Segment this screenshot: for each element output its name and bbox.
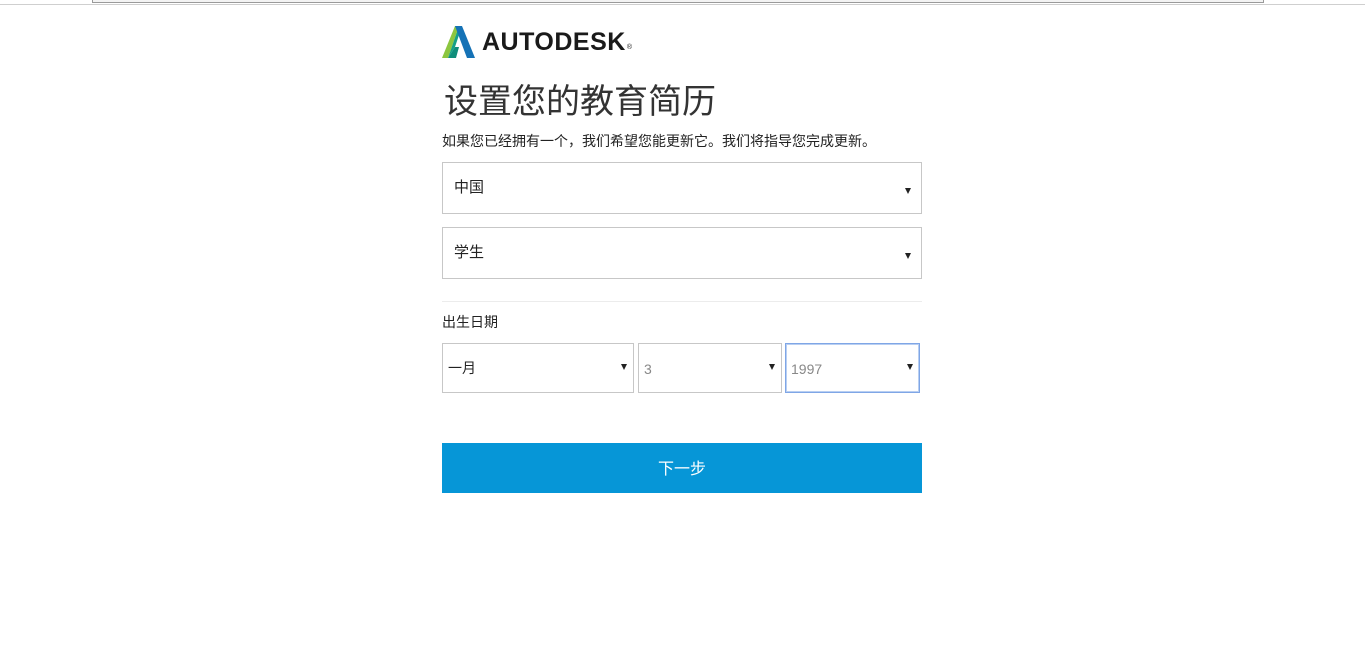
section-divider xyxy=(442,301,922,302)
chevron-down-icon xyxy=(905,253,911,259)
page-title: 设置您的教育简历 xyxy=(444,82,716,122)
chevron-down-icon xyxy=(905,188,911,194)
chevron-down-icon xyxy=(907,364,913,370)
horizontal-scrollbar[interactable] xyxy=(92,0,1264,3)
chevron-down-icon xyxy=(769,364,775,370)
dob-day-value: 3 xyxy=(644,361,652,377)
logo-wordmark: AUTODESK xyxy=(482,28,626,56)
autodesk-a-logo-icon xyxy=(442,26,475,58)
country-select-value: 中国 xyxy=(454,178,485,196)
dob-day-select[interactable]: 3 xyxy=(638,343,782,393)
registered-mark: ® xyxy=(626,43,633,51)
dob-month-select[interactable]: 一月 xyxy=(442,343,634,393)
dob-month-value: 一月 xyxy=(448,361,476,377)
country-select[interactable]: 中国 xyxy=(442,162,922,214)
dob-year-select[interactable]: 1997 xyxy=(785,343,920,393)
next-button[interactable]: 下一步 xyxy=(442,443,922,493)
dob-label: 出生日期 xyxy=(442,315,498,331)
dob-year-value: 1997 xyxy=(791,361,823,377)
page-subtitle: 如果您已经拥有一个，我们希望您能更新它。我们将指导您完成更新。 xyxy=(442,134,876,150)
chevron-down-icon xyxy=(621,364,627,370)
role-select-value: 学生 xyxy=(454,243,485,261)
role-select[interactable]: 学生 xyxy=(442,227,922,279)
autodesk-logo: AUTODESK ® xyxy=(442,25,632,59)
